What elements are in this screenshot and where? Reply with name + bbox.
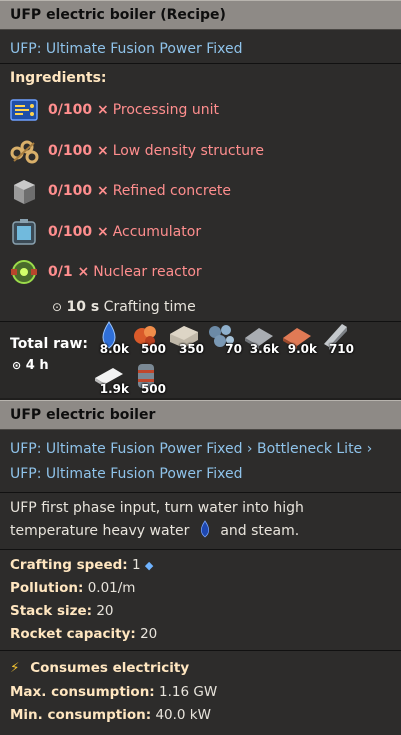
stat-max-consumption: Max. consumption: 1.16 GW [10,681,391,704]
ingredient-name: Nuclear reactor [93,264,202,281]
clock-icon: ⊙ [52,299,63,314]
ingredient-row: 0/100 × Refined concrete [0,171,401,212]
stat-label: Rocket capacity: [10,625,136,642]
ingredient-row: 0/1 × Nuclear reactor [0,252,401,293]
raw-item: 9.0k [279,318,317,356]
ingredient-name: Refined concrete [112,183,232,200]
stat-label: Max. consumption: [10,683,155,700]
stat-min-consumption: Min. consumption: 40.0 kW [10,704,391,727]
ingredient-name: Accumulator [112,223,202,240]
raw-item: 350 [166,318,204,356]
heavy-water-icon [200,519,210,538]
divider [0,63,401,64]
ingredient-row: 0/100 × Low density structure [0,131,401,172]
ingredient-count: 0/100 × [48,102,109,119]
clock-icon: ⊙ [12,358,22,372]
entity-stats: Crafting speed: 1 ◆ Pollution: 0.01/m St… [0,550,401,650]
stat-label: Crafting speed: [10,556,128,573]
lightning-icon: ⚡ [10,659,20,676]
crafting-time-value: 10 s [66,298,100,315]
ingredient-count: 0/100 × [48,223,109,240]
low-density-structure-icon [10,140,39,164]
processing-unit-icon [10,99,38,121]
raw-item-amount: 9.0k [287,341,317,356]
stat-stack-size: Stack size: 20 [10,600,391,623]
raw-item-amount: 70 [225,341,242,356]
raw-item: 70 [204,318,242,356]
raw-item-amount: 350 [178,341,204,356]
stat-crafting-speed: Crafting speed: 1 ◆ [10,554,391,577]
stat-value: 1 [131,556,141,573]
diamond-icon: ◆ [144,558,154,572]
entity-panel: UFP: Ultimate Fusion Power Fixed › Bottl… [0,429,401,735]
electricity-title: Consumes electricity [30,659,190,676]
raw-item: 3.6k [241,318,279,356]
raw-item-amount: 500 [140,341,166,356]
total-raw-time-value: 4 h [25,357,49,373]
electricity-heading: ⚡ Consumes electricity [10,655,391,681]
recipe-tooltip-title: UFP electric boiler (Recipe) [0,0,401,30]
raw-item: 710 [316,318,354,356]
stat-value: 40.0 kW [155,706,211,723]
refined-concrete-icon [14,180,35,205]
raw-item: 500 [128,358,166,396]
ingredient-count: 0/100 × [48,142,109,159]
electricity-section: ⚡ Consumes electricity Max. consumption:… [0,651,401,735]
entity-description: UFP first phase input, turn water into h… [0,493,401,549]
accumulator-icon [12,218,36,245]
entity-tooltip-title: UFP electric boiler [0,399,401,430]
entity-mods-link[interactable]: UFP: Ultimate Fusion Power Fixed › Bottl… [10,441,372,482]
crafting-time: ⊙ 10 s Crafting time [0,293,401,321]
raw-item-amount: 500 [140,381,166,396]
stat-value: 1.16 GW [159,683,218,700]
ingredient-count: 0/100 × [48,183,109,200]
recipe-panel: UFP: Ultimate Fusion Power Fixed Ingredi… [0,30,401,321]
stat-value: 20 [140,625,158,642]
raw-item-amount: 1.9k [99,381,129,396]
total-raw-section: Total raw: ⊙ 4 h 8.0k 500 350 70 3.6k 9.… [0,320,401,398]
raw-item-amount: 3.6k [249,341,279,356]
crafting-time-label: Crafting time [103,298,196,315]
total-raw-time: ⊙ 4 h [12,358,49,373]
total-raw-label: Total raw: [10,335,89,352]
ingredient-name: Processing unit [112,102,220,119]
stat-value: 20 [96,602,114,619]
ingredient-row: 0/100 × Processing unit [0,90,401,131]
nuclear-reactor-icon [11,260,37,285]
ingredient-row: 0/100 × Accumulator [0,212,401,253]
stat-value: 0.01/m [87,579,136,596]
stat-label: Pollution: [10,579,84,596]
raw-item: 500 [128,318,166,356]
recipe-mod-link[interactable]: UFP: Ultimate Fusion Power Fixed [10,41,242,57]
stat-rocket-capacity: Rocket capacity: 20 [10,623,391,646]
raw-item-amount: 710 [328,341,354,356]
ingredients-heading: Ingredients: [10,70,107,86]
ingredient-count: 0/1 × [48,264,90,281]
raw-item: 8.0k [91,318,129,356]
ingredient-name: Low density structure [112,142,265,159]
stat-label: Stack size: [10,602,93,619]
raw-item-amount: 8.0k [99,341,129,356]
description-text: and steam. [220,522,300,539]
stat-label: Min. consumption: [10,706,152,723]
raw-item: 1.9k [91,358,129,396]
stat-pollution: Pollution: 0.01/m [10,577,391,600]
